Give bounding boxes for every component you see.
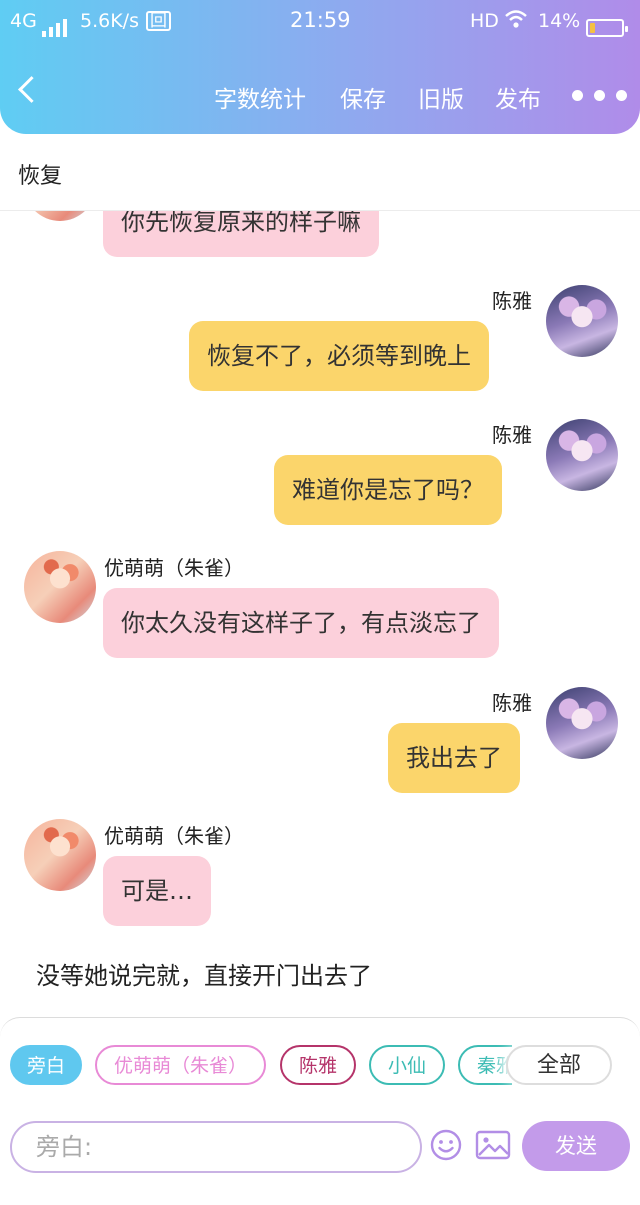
network-type: 4G: [10, 10, 37, 32]
avatar-chenya[interactable]: [546, 419, 618, 491]
avatar-youmengmeng[interactable]: [24, 819, 96, 891]
status-bar: 4G 5.6K/s 回 21:59 HD 14%: [0, 8, 640, 38]
role-tag-xiaoxian[interactable]: 小仙: [369, 1045, 445, 1085]
message-bubble[interactable]: 你太久没有这样子了，有点淡忘了: [103, 588, 499, 658]
avatar-youmengmeng[interactable]: [24, 551, 96, 623]
battery-percent: 14%: [538, 10, 581, 32]
word-count-button[interactable]: 字数统计: [214, 80, 306, 114]
message-bubble[interactable]: 我出去了: [388, 723, 520, 793]
message-bubble[interactable]: 难道你是忘了吗？: [274, 455, 502, 525]
sim-icon: 回: [146, 11, 171, 31]
speaker-name: 陈雅: [492, 289, 532, 313]
role-tag-narration[interactable]: 旁白: [10, 1045, 82, 1085]
message-bubble[interactable]: 可是…: [103, 856, 211, 926]
avatar-youmengmeng[interactable]: [24, 211, 96, 221]
all-roles-button[interactable]: 全部: [506, 1045, 612, 1085]
speaker-name: 陈雅: [492, 423, 532, 447]
message-bubble[interactable]: 恢复不了，必须等到晚上: [189, 321, 489, 391]
speaker-name: 优萌萌（朱雀）: [104, 556, 244, 580]
signal-icon: [42, 19, 72, 37]
role-tag-qinya[interactable]: 秦雅: [458, 1045, 512, 1085]
network-speed: 5.6K/s: [80, 10, 139, 32]
role-tag-bar[interactable]: 旁白 优萌萌（朱雀） 陈雅 小仙 秦雅: [0, 1044, 512, 1088]
narration-text[interactable]: 没等她说完就，直接开门出去了: [36, 956, 372, 991]
more-dots-icon[interactable]: [572, 90, 628, 102]
role-tag-chenya[interactable]: 陈雅: [280, 1045, 356, 1085]
avatar-chenya[interactable]: [546, 687, 618, 759]
image-icon[interactable]: [475, 1129, 511, 1161]
wifi-icon: [504, 8, 528, 35]
chat-area[interactable]: 你先恢复原来的样子嘛 陈雅 恢复不了，必须等到晚上 陈雅 难道你是忘了吗？ 优萌…: [0, 211, 640, 1017]
clock: 21:59: [290, 8, 351, 32]
role-tag-youmengmeng[interactable]: 优萌萌（朱雀）: [95, 1045, 266, 1085]
save-button[interactable]: 保存: [340, 80, 386, 114]
smiley-icon[interactable]: [430, 1129, 462, 1161]
publish-button[interactable]: 发布: [495, 80, 541, 114]
old-version-button[interactable]: 旧版: [418, 80, 464, 114]
send-button[interactable]: 发送: [522, 1121, 630, 1171]
message-bubble[interactable]: 你先恢复原来的样子嘛: [103, 211, 379, 257]
chevron-left-icon[interactable]: [18, 76, 45, 103]
app-header: 4G 5.6K/s 回 21:59 HD 14% 字数统计 保存 旧版 发布: [0, 0, 640, 134]
message-input[interactable]: [10, 1121, 422, 1173]
avatar-chenya[interactable]: [546, 285, 618, 357]
chapter-title[interactable]: 恢复: [18, 158, 62, 190]
hd-indicator: HD: [470, 10, 499, 32]
speaker-name: 陈雅: [492, 691, 532, 715]
battery-icon: [586, 19, 628, 37]
speaker-name: 优萌萌（朱雀）: [104, 824, 244, 848]
